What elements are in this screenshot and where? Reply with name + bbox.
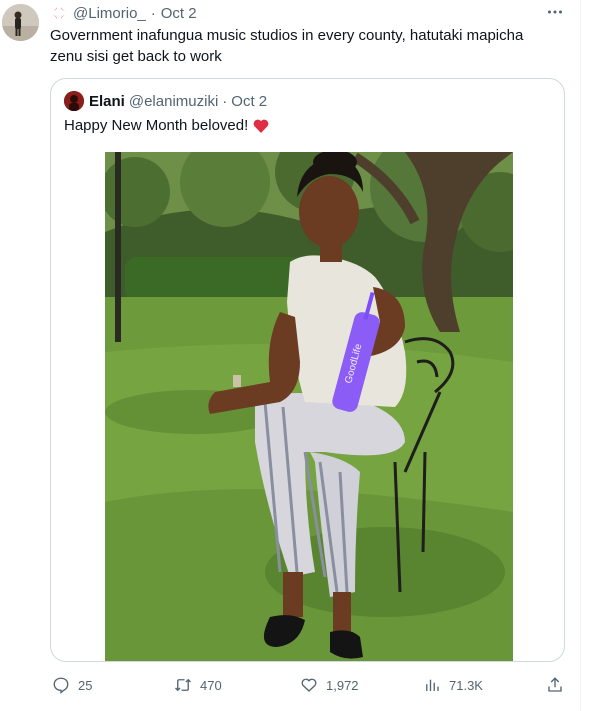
- tweet-text: Government inafungua music studios in ev…: [50, 27, 524, 65]
- like-icon: [301, 678, 317, 692]
- quote-avatar[interactable]: [64, 91, 84, 111]
- tweet-header: @Limorio_ · Oct 2: [50, 3, 197, 23]
- quote-photo[interactable]: GoodLife: [105, 152, 513, 661]
- separator-dot: ·: [150, 4, 156, 22]
- like-count: 1,972: [326, 677, 359, 693]
- retweet-count: 470: [200, 677, 222, 693]
- like-button[interactable]: 1,972: [300, 674, 359, 696]
- share-icon: [548, 677, 562, 692]
- quote-header: Elani @elanimuziki · Oct 2: [64, 91, 267, 111]
- author-handle[interactable]: @Limorio_: [73, 5, 146, 22]
- share-button[interactable]: [546, 674, 572, 696]
- quote-date[interactable]: Oct 2: [231, 93, 267, 110]
- timeline-divider: [580, 0, 581, 711]
- separator-dot: ·: [222, 92, 228, 110]
- quote-author-handle[interactable]: @elanimuziki: [129, 93, 218, 110]
- quote-author-name[interactable]: Elani: [89, 93, 125, 110]
- more-icon[interactable]: [545, 2, 565, 22]
- reply-icon: [53, 677, 69, 694]
- retweet-button[interactable]: 470: [174, 674, 222, 696]
- quote-text: Happy New Month beloved!: [64, 117, 249, 134]
- views-count: 71.3K: [449, 677, 483, 693]
- action-bar: 25 470 1,972 71.3K: [52, 674, 572, 696]
- reply-count: 25: [78, 677, 93, 693]
- anger-emoji-icon: [50, 4, 68, 22]
- author-avatar[interactable]: [2, 4, 39, 41]
- retweet-icon: [175, 678, 191, 692]
- views-icon: [426, 679, 439, 691]
- quote-text-row: Happy New Month beloved!: [64, 116, 270, 136]
- views-button[interactable]: 71.3K: [423, 674, 483, 696]
- reply-button[interactable]: 25: [52, 674, 92, 696]
- quoted-tweet[interactable]: Elani @elanimuziki · Oct 2 Happy New Mon…: [50, 78, 565, 662]
- red-heart-emoji-icon: [252, 117, 270, 135]
- tweet-date[interactable]: Oct 2: [161, 5, 197, 22]
